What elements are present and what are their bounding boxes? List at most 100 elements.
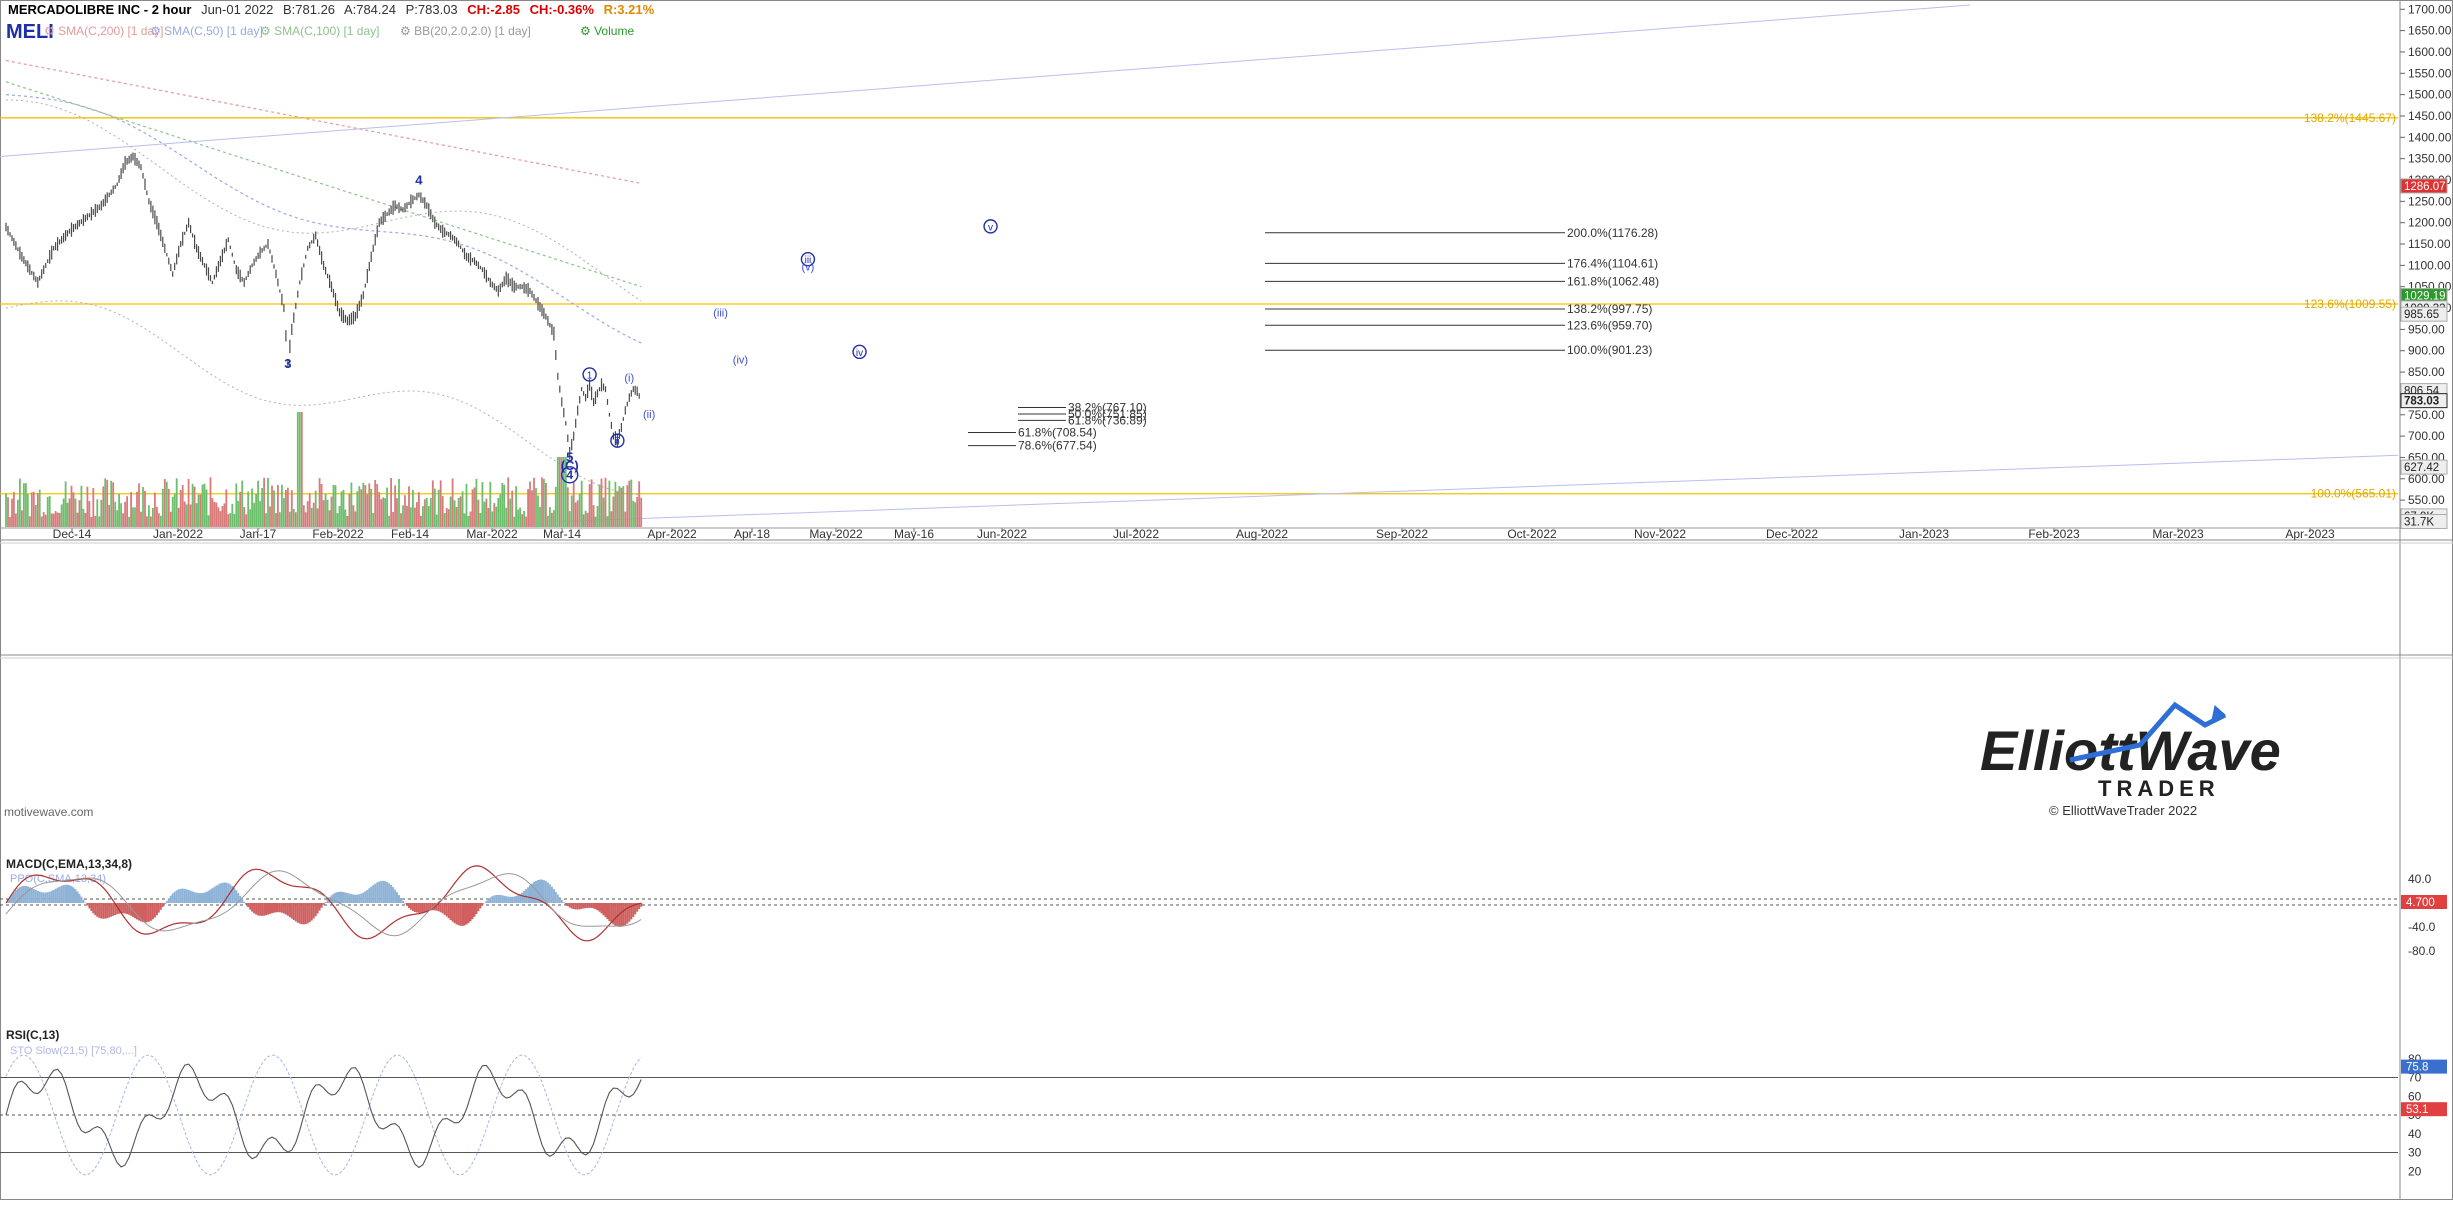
volume-bar bbox=[628, 481, 630, 527]
volume-bar bbox=[231, 504, 233, 527]
volume-bars bbox=[5, 412, 642, 527]
macd-hist-bar bbox=[154, 903, 156, 918]
macd-hist-bar bbox=[134, 903, 136, 918]
macd-hist-bar bbox=[51, 891, 53, 903]
wave-label: (v) bbox=[802, 261, 815, 273]
macd-hist-bar bbox=[608, 903, 610, 921]
macd-hist-bar bbox=[227, 883, 229, 903]
macd-hist-bar bbox=[41, 892, 43, 903]
volume-bar bbox=[162, 489, 164, 527]
macd-hist-bar bbox=[142, 903, 144, 922]
macd-hist-bar bbox=[426, 903, 428, 911]
macd-hist-bar bbox=[275, 903, 277, 912]
macd-hist-bar bbox=[364, 891, 366, 903]
volume-bar bbox=[233, 514, 235, 527]
volume-bar bbox=[422, 506, 424, 527]
volume-bar bbox=[426, 498, 428, 527]
volume-bar bbox=[172, 497, 174, 527]
volume-bar bbox=[593, 505, 595, 527]
volume-bar bbox=[92, 488, 94, 527]
volume-bar bbox=[73, 492, 75, 527]
volume-bar bbox=[180, 490, 182, 527]
wave-label: (iv) bbox=[733, 355, 748, 367]
volume-bar bbox=[194, 487, 196, 527]
volume-bar bbox=[579, 494, 581, 527]
macd-hist-bar bbox=[368, 888, 370, 903]
volume-bar bbox=[591, 479, 593, 527]
volume-bar bbox=[259, 501, 261, 527]
macd-hist-bar bbox=[273, 903, 275, 913]
macd-hist-bar bbox=[317, 903, 319, 913]
volume-bar bbox=[11, 499, 13, 527]
volume-bar bbox=[138, 483, 140, 527]
macd-hist-bar bbox=[55, 889, 57, 903]
volume-bar bbox=[39, 490, 41, 527]
volume-bar bbox=[486, 499, 488, 527]
wave-label: iv bbox=[856, 348, 863, 359]
price-marker-label: 783.03 bbox=[2404, 396, 2439, 408]
volume-bar bbox=[438, 490, 440, 527]
volume-bar bbox=[325, 494, 327, 527]
macd-hist-bar bbox=[396, 892, 398, 903]
macd-hist-bar bbox=[539, 880, 541, 903]
volume-bar bbox=[218, 507, 220, 527]
volume-bar bbox=[529, 482, 531, 527]
macd-hist-bar bbox=[299, 903, 301, 924]
volume-bar bbox=[351, 483, 353, 528]
trend-line-lower bbox=[560, 455, 2398, 521]
volume-bar bbox=[571, 496, 573, 528]
y-tick-label: 1350.00 bbox=[2408, 152, 2452, 166]
macd-hist-bar bbox=[390, 885, 392, 903]
volume-bar bbox=[491, 511, 493, 527]
volume-bar bbox=[150, 516, 152, 527]
macd-hist-bar bbox=[168, 898, 170, 903]
volume-bar bbox=[53, 514, 55, 527]
volume-bar bbox=[176, 478, 178, 527]
macd-hist-bar bbox=[210, 890, 212, 904]
macd-hist-bar bbox=[352, 895, 354, 904]
macd-hist-bar bbox=[31, 888, 33, 903]
volume-bar bbox=[634, 502, 636, 527]
volume-bar bbox=[104, 478, 106, 527]
volume-bar bbox=[106, 480, 108, 527]
volume-bar bbox=[555, 487, 557, 527]
y-tick-label: 1100.00 bbox=[2408, 258, 2451, 272]
volume-bar bbox=[525, 517, 527, 528]
volume-bar bbox=[271, 486, 273, 527]
instrument-title[interactable]: MERCADOLIBRE INC - 2 hour bbox=[8, 2, 191, 17]
macd-hist-bar bbox=[406, 903, 408, 906]
macd-hist-bar bbox=[49, 892, 51, 903]
y-tick-label: 850.00 bbox=[2408, 365, 2445, 379]
volume-bar bbox=[206, 490, 208, 528]
macd-hist-bar bbox=[61, 886, 63, 903]
volume-bar bbox=[505, 508, 507, 527]
rsi-y-tick: 40 bbox=[2408, 1127, 2422, 1141]
volume-bar bbox=[136, 492, 138, 527]
volume-bar bbox=[462, 491, 464, 527]
volume-bar bbox=[513, 517, 515, 527]
volume-bar bbox=[412, 490, 414, 527]
volume-bar bbox=[224, 503, 226, 527]
volume-bar bbox=[345, 510, 347, 527]
volume-bar bbox=[275, 513, 277, 527]
range-pct: R:3.21% bbox=[604, 2, 655, 17]
x-tick-label: Nov-2022 bbox=[1634, 527, 1686, 541]
macd-hist-bar bbox=[454, 903, 456, 923]
volume-bar bbox=[279, 512, 281, 527]
volume-bar bbox=[241, 481, 243, 527]
volume-bar bbox=[309, 493, 311, 527]
macd-hist-bar bbox=[418, 903, 420, 913]
x-tick-label: Feb-2022 bbox=[312, 527, 364, 541]
macd-hist-bar bbox=[342, 892, 344, 903]
macd-hist-bar bbox=[243, 902, 245, 903]
volume-bar bbox=[291, 490, 293, 527]
volume-bar bbox=[81, 486, 83, 527]
macd-hist-bar bbox=[19, 887, 21, 903]
macd-hist-bar bbox=[259, 903, 261, 916]
volume-bar bbox=[495, 507, 497, 527]
macd-hist-bar bbox=[293, 903, 295, 920]
volume-bar bbox=[617, 492, 619, 527]
volume-bar bbox=[416, 502, 418, 527]
volume-bar bbox=[329, 510, 331, 527]
macd-hist-bar bbox=[567, 903, 569, 906]
